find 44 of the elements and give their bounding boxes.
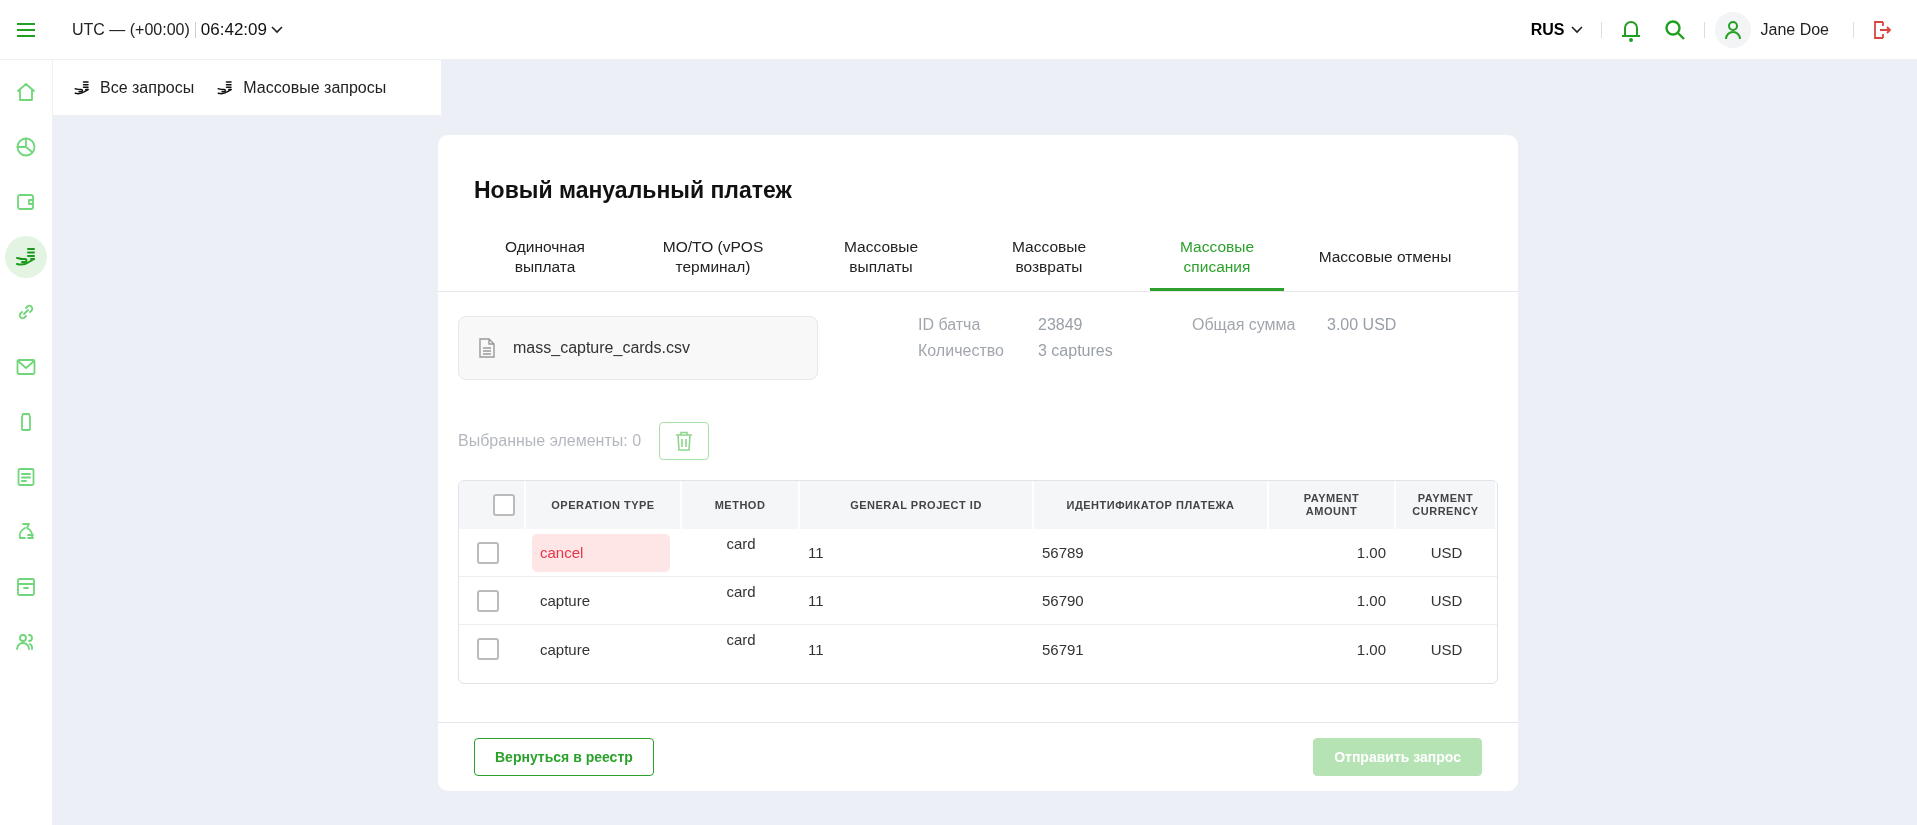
language-dropdown[interactable]: RUS bbox=[1530, 20, 1583, 39]
table-cell: 11 bbox=[808, 640, 824, 658]
table-cell: 1.00 bbox=[1356, 640, 1386, 658]
info-value: 23849 bbox=[1038, 316, 1084, 334]
file-name: mass_capture_cards.csv bbox=[513, 339, 690, 357]
nav-link[interactable]: Все запросы bbox=[73, 78, 195, 97]
column-header: ИДЕНТИФИКАТОР ПЛАТЕЖА bbox=[1034, 481, 1269, 529]
info-label: Количество bbox=[918, 342, 1005, 360]
info-value: 3 captures bbox=[1038, 342, 1114, 360]
table-cell-text: capture bbox=[539, 591, 592, 611]
table-cell: 11 bbox=[808, 592, 824, 609]
table-cell: 56791 bbox=[1042, 640, 1084, 658]
table-cell: 56789 bbox=[1042, 544, 1084, 561]
time-dropdown[interactable]: 06:42:09 bbox=[200, 19, 283, 40]
user-name[interactable]: Jane Doe bbox=[1760, 20, 1829, 39]
selected-count: Выбранные элементы: 0 bbox=[458, 432, 642, 450]
table-cell: 1.00 bbox=[1356, 592, 1386, 609]
table-cell-text: capture bbox=[539, 639, 592, 660]
tab[interactable]: Массовые выплаты bbox=[814, 234, 948, 291]
info-label: ID батча bbox=[918, 316, 982, 334]
column-header: OPERATION TYPE bbox=[526, 481, 682, 529]
timezone-label: UTC — (+00:00) bbox=[72, 20, 190, 39]
tab[interactable]: Массовые возвраты bbox=[982, 234, 1116, 291]
table-cell: card bbox=[726, 535, 756, 552]
nav-link[interactable]: Массовые запросы bbox=[216, 78, 387, 97]
table-cell: cancel bbox=[532, 533, 670, 572]
tab[interactable]: MO/TO (vPOS терминал) bbox=[646, 234, 780, 291]
page-title: Новый мануальный платеж bbox=[474, 177, 793, 204]
column-header: GENERAL PROJECT ID bbox=[800, 481, 1034, 529]
info-label: Общая сумма bbox=[1192, 316, 1297, 334]
column-header: METHOD bbox=[682, 481, 800, 529]
column-header: PAYMENT AMOUNT bbox=[1269, 481, 1396, 529]
tab[interactable]: Одиночная выплата bbox=[478, 234, 612, 291]
table-cell: USD bbox=[1430, 592, 1463, 609]
table-cell: 56790 bbox=[1042, 592, 1084, 609]
table-cell: USD bbox=[1430, 640, 1463, 658]
table-cell: USD bbox=[1430, 544, 1463, 561]
column-header: PAYMENT CURRENCY bbox=[1396, 481, 1497, 529]
info-value: 3.00 USD bbox=[1327, 316, 1397, 334]
table-cell: card bbox=[726, 631, 756, 648]
table-cell: card bbox=[726, 583, 756, 600]
table-cell: 11 bbox=[808, 544, 824, 561]
tab[interactable]: Массовые отмены bbox=[1318, 234, 1452, 291]
table-cell: 1.00 bbox=[1356, 544, 1386, 561]
